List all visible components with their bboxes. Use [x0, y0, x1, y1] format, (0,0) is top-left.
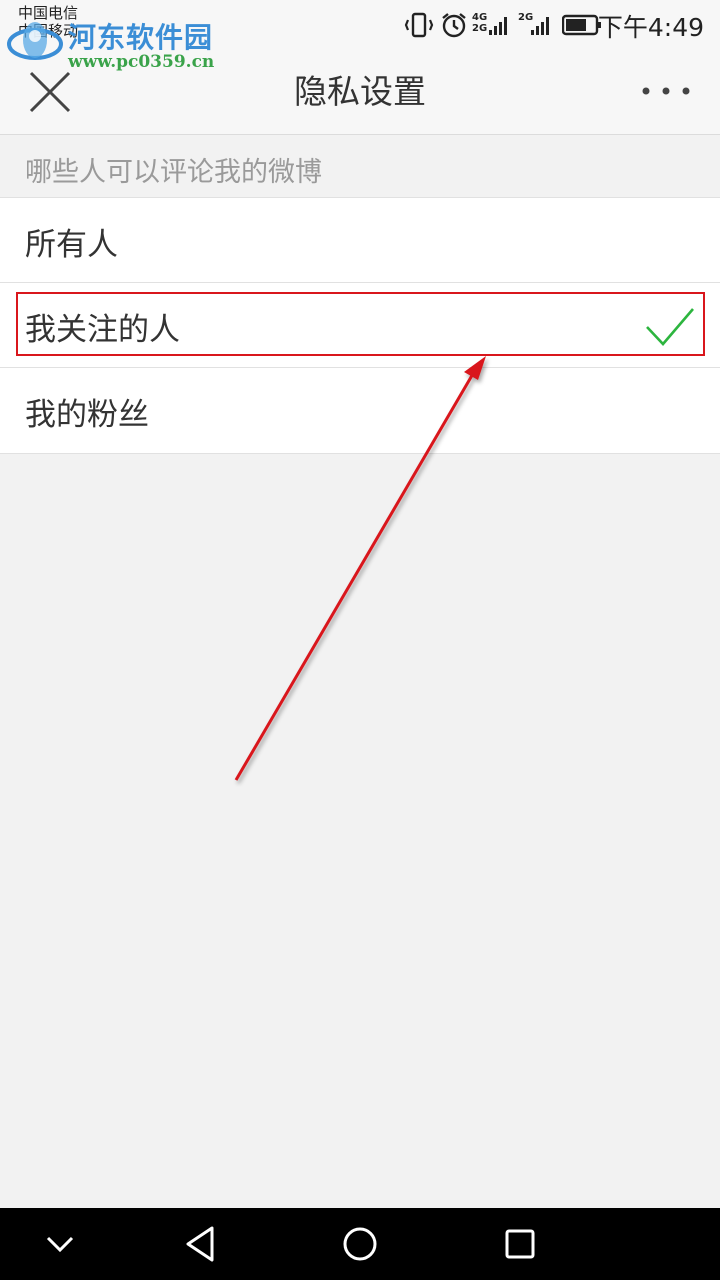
recents-square-icon [505, 1229, 535, 1259]
option-everyone[interactable]: 所有人 [0, 197, 720, 282]
section-header: 哪些人可以评论我的微博 [0, 135, 720, 197]
option-people-i-follow[interactable]: 我关注的人 [0, 282, 720, 367]
page-title: 隐私设置 [294, 72, 426, 111]
battery-icon [562, 14, 601, 36]
checkmark-icon [646, 308, 694, 346]
watermark-title: 河东软件园 [68, 21, 214, 54]
network-1-bottom: 2G [472, 23, 488, 34]
top-bar: 中国电信 中国移动 河东软件园 www.pc0359.cn 4G 2G 2G 下… [0, 0, 720, 135]
watermark-url: www.pc0359.cn [68, 52, 215, 72]
signal-icon [489, 17, 507, 35]
option-label: 我关注的人 [25, 312, 180, 348]
nav-back-button[interactable] [176, 1220, 224, 1268]
watermark: 河东软件园 www.pc0359.cn [4, 8, 215, 72]
nav-hide-button[interactable] [36, 1220, 84, 1268]
close-icon [29, 71, 71, 113]
home-circle-icon [343, 1227, 377, 1261]
back-triangle-icon [186, 1226, 214, 1262]
chevron-down-icon [46, 1236, 74, 1253]
status-time: 下午4:49 [597, 13, 704, 42]
network-1-top: 4G [472, 12, 488, 23]
close-button[interactable] [26, 70, 74, 114]
more-dots-icon [642, 87, 690, 95]
alarm-icon [442, 13, 466, 38]
signal-icon [531, 17, 549, 35]
options-list: 所有人 我关注的人 我的粉丝 [0, 197, 720, 454]
option-label: 所有人 [25, 227, 118, 263]
nav-home-button[interactable] [336, 1220, 384, 1268]
watermark-logo-icon [7, 22, 63, 60]
section-header-label: 哪些人可以评论我的微博 [25, 157, 322, 188]
more-button[interactable] [636, 78, 696, 104]
option-my-followers[interactable]: 我的粉丝 [0, 367, 720, 454]
system-nav-bar [0, 1208, 720, 1280]
network-label-1: 4G 2G [472, 12, 487, 34]
option-label: 我的粉丝 [25, 397, 149, 433]
nav-recents-button[interactable] [496, 1220, 544, 1268]
vibrate-icon [404, 12, 434, 38]
